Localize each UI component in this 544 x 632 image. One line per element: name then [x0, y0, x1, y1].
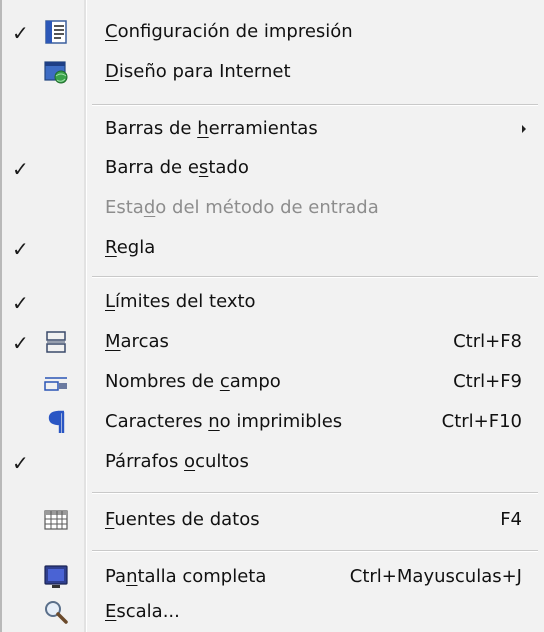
- menu-item-pantalla-completa[interactable]: Pantalla completa Ctrl+Mayusculas+J: [0, 557, 544, 597]
- menu-item-label: Barra de estado: [105, 157, 249, 178]
- menu-item-label: Estado del método de entrada: [105, 197, 379, 218]
- menu-item-label: Barras de herramientas: [105, 118, 318, 139]
- menu-item-configuracion-impresion[interactable]: ✓ Configuración de impresión: [0, 12, 544, 52]
- menu-item-fuentes-datos[interactable]: Fuentes de datos F4: [0, 500, 544, 540]
- shortcut-text: F4: [500, 509, 522, 530]
- page-layout-icon: [42, 18, 70, 46]
- menu-item-label: Escala...: [105, 601, 180, 622]
- menu-item-label: Límites del texto: [105, 291, 256, 312]
- menu-item-limites-texto[interactable]: ✓ Límites del texto: [0, 282, 544, 322]
- menu-item-regla[interactable]: ✓ Regla: [0, 228, 544, 268]
- checkmark-icon: ✓: [12, 157, 29, 181]
- monitor-icon: [42, 563, 70, 591]
- web-layout-icon: [42, 58, 70, 86]
- menu-item-label: Regla: [105, 237, 156, 258]
- shortcut-text: Ctrl+Mayusculas+J: [349, 566, 522, 587]
- menu-item-caracteres-no-imprimibles[interactable]: Caracteres no imprimibles Ctrl+F10: [0, 402, 544, 442]
- menu-item-barra-estado[interactable]: ✓ Barra de estado: [0, 148, 544, 188]
- checkmark-icon: ✓: [12, 451, 29, 475]
- checkmark-icon: ✓: [12, 21, 29, 45]
- menu-item-label: Marcas: [105, 331, 169, 352]
- submenu-arrow-icon: [522, 125, 526, 133]
- menu-item-diseno-internet[interactable]: Diseño para Internet: [0, 52, 544, 92]
- pilcrow-icon: [42, 408, 70, 436]
- menu-item-parrafos-ocultos[interactable]: ✓ Párrafos ocultos: [0, 442, 544, 482]
- menu-item-estado-metodo-entrada: Estado del método de entrada: [0, 188, 544, 228]
- menu-separator: [92, 550, 538, 552]
- menu-item-label: Configuración de impresión: [105, 21, 353, 42]
- magnifier-icon: [42, 598, 70, 626]
- checkmark-icon: ✓: [12, 291, 29, 315]
- menu-separator: [92, 492, 538, 494]
- checkmark-icon: ✓: [12, 331, 29, 355]
- field-names-icon: [42, 368, 70, 396]
- menu-item-barras-herramientas[interactable]: Barras de herramientas: [0, 109, 544, 149]
- menu-separator: [92, 104, 538, 106]
- field-shadings-icon: [42, 328, 70, 356]
- menu-item-label: Pantalla completa: [105, 566, 267, 587]
- view-menu: ✓ Configuración de impresión Diseño para…: [0, 0, 544, 632]
- menu-item-label: Fuentes de datos: [105, 509, 260, 530]
- data-sources-icon: [42, 506, 70, 534]
- checkmark-icon: ✓: [12, 237, 29, 261]
- shortcut-text: Ctrl+F10: [441, 411, 522, 432]
- menu-separator: [92, 276, 538, 278]
- menu-item-nombres-campo[interactable]: Nombres de campo Ctrl+F9: [0, 362, 544, 402]
- menu-item-label: Párrafos ocultos: [105, 451, 249, 472]
- shortcut-text: Ctrl+F8: [453, 331, 522, 352]
- shortcut-text: Ctrl+F9: [453, 371, 522, 392]
- menu-item-marcas[interactable]: ✓ Marcas Ctrl+F8: [0, 322, 544, 362]
- menu-item-label: Nombres de campo: [105, 371, 281, 392]
- menu-item-label: Caracteres no imprimibles: [105, 411, 343, 432]
- menu-item-label: Diseño para Internet: [105, 61, 291, 82]
- menu-item-escala[interactable]: Escala...: [0, 592, 544, 632]
